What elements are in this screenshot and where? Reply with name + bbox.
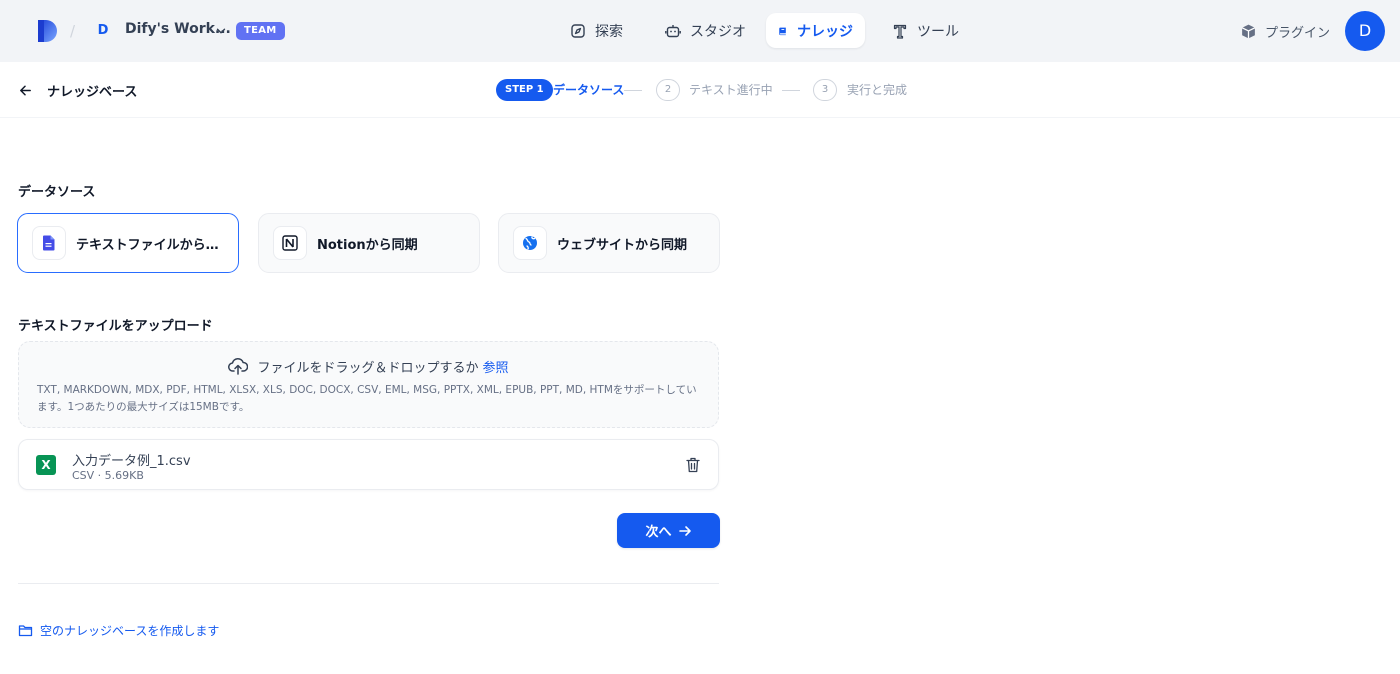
document-icon [32,226,66,260]
notion-icon [273,226,307,260]
back-label: ナレッジベース [47,85,138,100]
step2-label: テキスト進行中 [689,83,773,97]
step1-pill: STEP 1 [496,79,553,101]
folder-icon [18,625,33,637]
uploaded-file-item: X 入力データ例_1.csv CSV · 5.69KB [18,439,719,490]
arrow-left-icon [20,85,31,96]
plugins-label: プラグイン [1265,25,1331,41]
book-icon [779,27,786,35]
next-button[interactable]: 次へ [617,513,720,548]
nav-tools-label: ツール [917,23,959,40]
step2-number: 2 [656,79,680,101]
file-dropzone[interactable]: ファイルをドラッグ＆ドロップするか 参照 TXT, MARKDOWN, MDX,… [18,341,719,428]
compass-icon [571,23,585,38]
datasource-notion[interactable]: Notionから同期 [258,213,480,273]
breadcrumb-separator: / [70,22,76,40]
plugins-button[interactable]: プラグイン [1240,20,1330,42]
dropzone-text: ファイルをドラッグ＆ドロップするか [257,360,479,376]
datasource-text-file[interactable]: テキストファイルからインポート [17,213,239,273]
tool-icon [893,24,907,39]
section-divider [18,583,719,584]
workspace-name[interactable]: Dify's Work... [125,21,231,37]
step3-number: 3 [813,79,837,101]
nav-studio[interactable]: スタジオ [653,13,758,48]
upload-title: テキストファイルをアップロード [18,319,213,334]
workspace-initial[interactable]: D [94,22,112,40]
nav-studio-label: スタジオ [690,23,746,40]
dify-logo-icon[interactable] [37,19,59,43]
arrow-right-icon [678,525,691,536]
globe-icon [513,226,547,260]
cloud-upload-icon [228,357,249,375]
back-to-knowledge-button[interactable]: ナレッジベース [18,81,137,100]
datasource-title: データソース [18,185,96,200]
nav-explore[interactable]: 探索 [558,13,635,48]
nav-tools[interactable]: ツール [880,13,971,48]
user-avatar[interactable]: D [1345,11,1385,51]
datasource-text-file-label: テキストファイルからインポート [76,237,226,253]
browse-link[interactable]: 参照 [483,357,509,376]
datasource-notion-label: Notionから同期 [317,237,418,253]
nav-knowledge[interactable]: ナレッジ [766,13,865,48]
step-connector [624,90,642,91]
next-button-label: 次へ [645,525,672,540]
step1-label: データソース [553,83,625,97]
trash-icon[interactable] [684,456,702,474]
create-empty-knowledge-label: 空のナレッジベースを作成します [40,624,220,638]
create-empty-knowledge-link[interactable]: 空のナレッジベースを作成します [18,622,219,639]
datasource-website[interactable]: ウェブサイトから同期 [498,213,720,273]
file-name: 入力データ例_1.csv [72,454,191,469]
chevron-down-icon[interactable] [216,26,226,36]
datasource-website-label: ウェブサイトから同期 [557,237,688,253]
top-navigation-bar: / D Dify's Work... TEAM 探索 スタジオ ナレッジ ツール… [0,0,1400,62]
cube-icon [1241,24,1256,38]
file-meta: CSV · 5.69KB [72,469,144,482]
team-badge: TEAM [236,22,285,40]
nav-knowledge-label: ナレッジ [797,23,853,40]
nav-explore-label: 探索 [595,23,623,40]
supported-formats-hint: TXT, MARKDOWN, MDX, PDF, HTML, XLSX, XLS… [37,384,697,413]
robot-icon [665,24,681,37]
step-connector [782,90,800,91]
step3-label: 実行と完成 [847,83,908,97]
step-header: ナレッジベース STEP 1 データソース 2 テキスト進行中 3 実行と完成 [0,62,1400,118]
dropzone-prompt: ファイルをドラッグ＆ドロップするか 参照 [19,356,718,376]
excel-file-icon: X [36,455,56,475]
